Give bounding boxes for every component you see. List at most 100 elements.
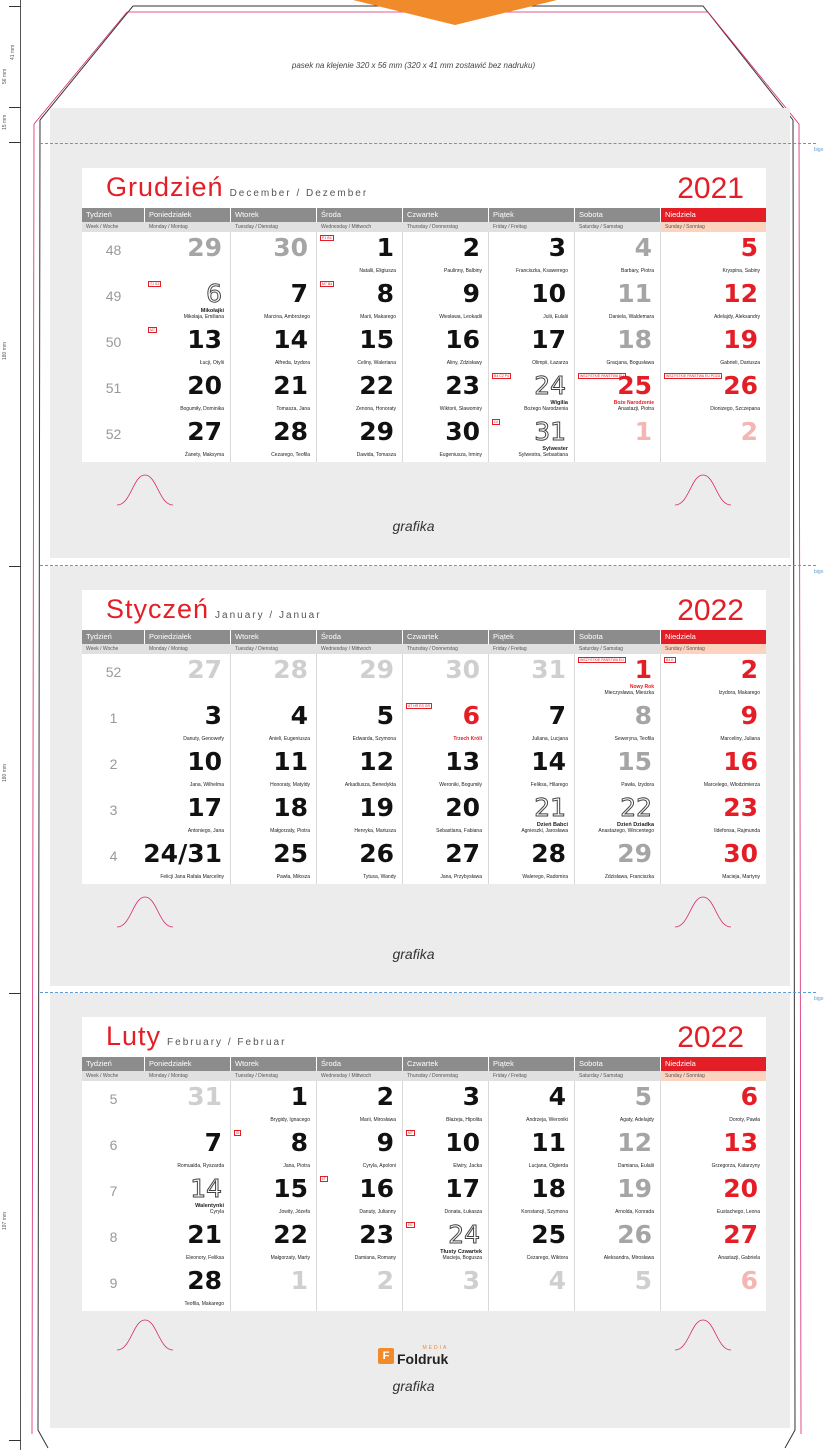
name-days: Zdzisława, Franciszka	[605, 874, 654, 880]
day-cell: 9 Wiesława, Leokadii	[403, 278, 489, 324]
weekday-sublabel: Friday / Freitag	[493, 646, 527, 652]
week-number: 51	[105, 380, 122, 396]
day-number: 30	[445, 417, 480, 446]
day-number: 13	[723, 1128, 758, 1157]
weekday-label: Tydzień	[82, 630, 145, 644]
day-number: 12	[723, 279, 758, 308]
day-number: 1	[376, 233, 394, 262]
name-days: Aleksandra, Mirosława	[604, 1255, 654, 1261]
hanging-hook-mark	[674, 896, 732, 928]
name-days: Olimpii, Łazarza	[532, 360, 568, 366]
name-days: Pawła, Izydora	[621, 782, 654, 788]
name-days: Błażeja, Hipolita	[446, 1117, 482, 1123]
name-days-text: Izydora, Makarego	[718, 690, 760, 696]
day-number: 4	[290, 701, 308, 730]
name-days: Gabrieli, Dariusza	[720, 360, 760, 366]
holiday-country-tag: MT	[406, 1130, 416, 1136]
day-cell: 3	[403, 1265, 489, 1311]
name-days: Tytusa, Wandy	[363, 874, 396, 880]
day-cell: 25 WSZYSTKIE PAŃSTWA EU Boże Narodzenie Ana…	[575, 370, 661, 416]
name-days: Mikołajki Mikołaja, Emiliana	[184, 308, 224, 320]
day-cell: 8 Seweryna, Teofila	[575, 700, 661, 746]
name-days-text: Damiana, Romany	[354, 1255, 396, 1261]
name-days-text: Grzegorza, Katarzyny	[711, 1163, 760, 1169]
day-cell: 29 Zdzisława, Franciszka	[575, 838, 661, 884]
name-days-text: Arnolda, Konrada	[615, 1209, 654, 1215]
day-cell: 26 WSZYSTKIE PAŃSTWA EU POZA Dionizego, Sz…	[661, 370, 766, 416]
day-number: 22	[273, 1220, 308, 1249]
name-days: Małgorzaty, Piotra	[270, 828, 310, 834]
name-days: Elwiry, Jacka	[453, 1163, 482, 1169]
name-days: Bogumiły, Dominika	[180, 406, 224, 412]
name-days-text: Feliksa, Hilarego	[530, 782, 568, 788]
weekday-subheader-row: Week / Woche Monday / Montag Tuesday / Die…	[82, 644, 766, 654]
day-number: 27	[187, 417, 222, 446]
holiday-country-tag: LT	[320, 1176, 328, 1182]
day-number: 2	[740, 417, 758, 446]
hanging-hook-mark	[674, 474, 732, 506]
name-days: Honoraty, Matyldy	[270, 782, 310, 788]
day-cell: 12 Damiana, Eulalii	[575, 1127, 661, 1173]
day-cell: 21 Tomasza, Jana	[231, 370, 317, 416]
name-days-text: Cezarego, Wiktora	[526, 1255, 568, 1261]
name-days: Grzegorza, Katarzyny	[712, 1163, 760, 1169]
day-number: 6	[740, 1266, 758, 1295]
day-number: 3	[462, 1266, 480, 1295]
logo-text: Foldruk	[397, 1351, 449, 1367]
day-cell: 23 Ildefonsa, Rajmunda	[661, 792, 766, 838]
name-days: Alfreda, Izydora	[275, 360, 310, 366]
day-cell: 10 Jana, Wilhelma	[145, 746, 231, 792]
day-cell: 1	[575, 416, 661, 462]
year: 2022	[677, 1021, 744, 1054]
name-days-text: Aliny, Zdzisławy	[446, 360, 482, 366]
name-days: Marcelego, Włodzimierza	[704, 782, 760, 788]
name-days-text: Zdzisława, Franciszka	[604, 874, 654, 880]
day-cell: 31 LV Sylwester Sylwestra, Sebastiana	[489, 416, 575, 462]
name-days: Wiesława, Leokadii	[439, 314, 482, 320]
name-days-text: Agnieszki, Jarosława	[521, 828, 568, 834]
day-number: 28	[187, 1266, 222, 1295]
name-days-text: Bożego Narodzenia	[524, 406, 568, 412]
day-number: 31	[534, 417, 567, 447]
week-number: 6	[109, 1137, 118, 1153]
day-cell: 28 Walerego, Radomira	[489, 838, 575, 884]
name-days-text: Elwiry, Jacka	[453, 1163, 482, 1169]
name-days-text: Antoniego, Jana	[187, 828, 224, 834]
day-number: 15	[359, 325, 394, 354]
name-days-text: Bogumiły, Dominika	[180, 406, 224, 412]
name-days: Dawida, Tomasza	[357, 452, 396, 458]
name-days-text: Eugeniusza, Irminy	[439, 452, 482, 458]
name-days: Anieli, Eugeniusza	[269, 736, 310, 742]
day-cell: 1 WSZYSTKIE PAŃSTWA EU Nowy Rok Mieczysława…	[575, 654, 661, 700]
ruler-label: 41 mm	[10, 44, 16, 60]
day-cell: 1	[231, 1265, 317, 1311]
name-days-text: Alfreda, Izydora	[274, 360, 310, 366]
name-days: Dzień Babci Agnieszki, Jarosława	[521, 822, 568, 834]
name-days: Jana, Piotra	[283, 1163, 310, 1169]
day-number: 29	[359, 655, 394, 684]
ruler-label: 15 mm	[2, 114, 8, 130]
day-number: 15	[617, 747, 652, 776]
foldruk-logo: F MEDIA Foldruk	[378, 1345, 448, 1367]
day-number: 2	[740, 655, 758, 684]
name-days-text: Małgorzaty, Piotra	[270, 828, 310, 834]
weekday-sublabel: Week / Woche	[86, 646, 119, 652]
day-cell: 13 M7 Łucji, Otylii	[145, 324, 231, 370]
day-number: 10	[531, 279, 566, 308]
name-days-text: Jana, Przybysława	[440, 874, 482, 880]
top-arrow-marker	[353, 0, 557, 25]
name-days: Natalii, Eligiusza	[359, 268, 396, 274]
day-cell: 1 P1 B4 Natalii, Eligiusza	[317, 232, 403, 278]
weekday-sublabel: Wednesday / Mittwoch	[321, 224, 372, 230]
side-ruler	[20, 0, 21, 1450]
calendar-grid: 52 27 28 29 30 31 1 WSZYSTKIE PAŃSTWA EU Nowy Ro…	[82, 654, 766, 884]
name-days: Walerego, Radomira	[522, 874, 568, 880]
day-number: 7	[204, 1128, 222, 1157]
name-days: Damiana, Romany	[355, 1255, 396, 1261]
name-days-text: Ildefonsa, Rajmunda	[714, 828, 760, 834]
day-number: 19	[617, 1174, 652, 1203]
weekday-sublabel: Thursday / Donnerstag	[407, 224, 458, 230]
name-days-text: Cyryla	[209, 1209, 224, 1215]
weekday-label: Poniedziałek	[145, 208, 231, 222]
name-days: Paulinny, Balbiny	[444, 268, 482, 274]
